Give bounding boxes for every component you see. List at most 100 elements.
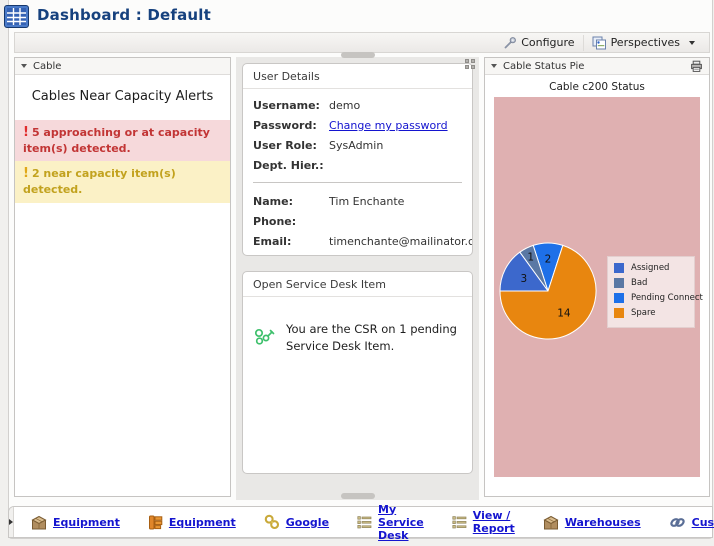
page-title: Dashboard : Default (37, 6, 211, 24)
field-label: Dept. Hier.: (253, 159, 329, 172)
legend-item: Spare (614, 308, 688, 318)
legend-swatch (614, 278, 624, 288)
expand-right-icon (9, 519, 13, 525)
drag-handle-top[interactable] (341, 52, 375, 58)
footer-link-equipment[interactable]: Equipment (147, 514, 236, 531)
pie-panel-title: Cable Status Pie (503, 61, 584, 72)
footer-links-bar: EquipmentEquipmentGoogleMy Service DeskV… (8, 506, 713, 538)
configure-label: Configure (521, 36, 574, 49)
pie-legend: Assigned Bad Pending Connect Spare (607, 256, 695, 328)
chevron-down-icon[interactable] (689, 41, 695, 45)
legend-label: Assigned (631, 263, 669, 273)
configure-button[interactable]: Configure (495, 35, 582, 51)
legend-swatch (614, 308, 624, 318)
field-value: SysAdmin (329, 139, 383, 152)
main-window: Dashboard : Default Configure Perspectiv… (8, 0, 713, 539)
footer-link-equipment[interactable]: Equipment (30, 514, 120, 531)
user-details-card: User Details Username:demoPassword:Chang… (242, 63, 473, 256)
section-divider (253, 182, 462, 183)
pie-chart-area: 21 3 14 Assigned Bad Pending Connect Spare (494, 97, 700, 477)
service-desk-header[interactable]: Open Service Desk Item (243, 272, 472, 297)
field-label: Address: (253, 255, 329, 256)
footer-link-label: CustomerCenter (692, 516, 714, 529)
pie-value-label: 3 (521, 273, 528, 285)
user-detail-row: Name:Tim Enchante (253, 195, 462, 208)
field-value: timenchante@mailinator.com (329, 235, 473, 248)
list-icon (451, 514, 468, 531)
drag-handle-bottom[interactable] (341, 493, 375, 499)
footer-link-label: Equipment (53, 516, 120, 529)
user-detail-row: Dept. Hier.: (253, 159, 462, 172)
footer-link-label: My Service Desk (378, 503, 424, 542)
user-detail-row: Phone: (253, 215, 462, 228)
service-desk-body: You are the CSR on 1 pending Service Des… (243, 297, 472, 354)
resize-grip-icon[interactable] (465, 59, 476, 69)
field-label: Phone: (253, 215, 329, 228)
legend-label: Bad (631, 278, 647, 288)
cable-panel-title: Cable (33, 61, 61, 72)
printer-icon[interactable] (690, 60, 703, 73)
alert-critical-icon: ! (23, 125, 29, 140)
legend-label: Spare (631, 308, 656, 318)
alert-text: 2 near capacity item(s) detected. (23, 167, 176, 196)
cable-panel-header[interactable]: Cable (15, 58, 230, 75)
footer-link-view-report[interactable]: View / Report (451, 509, 515, 535)
change-password-link[interactable]: Change my password (329, 119, 448, 132)
alert-warning-icon: ! (23, 166, 29, 181)
legend-item: Pending Connect (614, 293, 688, 303)
folder-tree-icon (147, 514, 164, 531)
footer-link-label: Google (286, 516, 329, 529)
gold-tools-icon (263, 513, 281, 531)
field-value: Tim Enchante (329, 195, 404, 208)
pie-value-label: 1 (527, 252, 534, 264)
list-icon (356, 514, 373, 531)
perspectives-icon (592, 36, 607, 50)
middle-column: User Details Username:demoPassword:Chang… (236, 57, 479, 500)
footer-link-label: Equipment (169, 516, 236, 529)
perspectives-label: Perspectives (611, 36, 680, 49)
footer-link-customercenter[interactable]: CustomerCenter (668, 514, 714, 531)
service-desk-message: You are the CSR on 1 pending Service Des… (286, 319, 460, 354)
service-desk-card: Open Service Desk Item You are the CSR o… (242, 271, 473, 474)
cable-panel-body: Cables Near Capacity Alerts !5 approachi… (15, 89, 230, 203)
user-detail-row: Address: (253, 255, 462, 256)
footer-link-my-service-desk[interactable]: My Service Desk (356, 503, 424, 542)
footer-link-label: View / Report (473, 509, 515, 535)
legend-swatch (614, 293, 624, 303)
field-label: Email: (253, 235, 329, 248)
capacity-alert-critical: !5 approaching or at capacity item(s) de… (15, 120, 230, 161)
legend-label: Pending Connect (631, 293, 703, 303)
cable-status-pie-panel: Cable Status Pie Cable c200 Status 21 3 14… (484, 57, 710, 497)
footer-link-google[interactable]: Google (263, 513, 329, 531)
field-label: User Role: (253, 139, 329, 152)
user-details-header[interactable]: User Details (243, 64, 472, 89)
user-detail-row: Email:timenchante@mailinator.com (253, 235, 462, 248)
dashboard-grid-icon (4, 5, 29, 28)
alert-text: 5 approaching or at capacity item(s) det… (23, 126, 210, 155)
pie-value-label: 14 (557, 307, 571, 319)
field-label: Name: (253, 195, 329, 208)
chain-icon (668, 514, 687, 531)
legend-item: Assigned (614, 263, 688, 273)
alerts-title: Cables Near Capacity Alerts (19, 89, 226, 104)
collapse-icon[interactable] (491, 64, 497, 68)
pie-panel-header[interactable]: Cable Status Pie (485, 58, 709, 75)
cable-panel: Cable Cables Near Capacity Alerts !5 app… (14, 57, 231, 497)
alerts-list: !5 approaching or at capacity item(s) de… (15, 120, 230, 203)
user-detail-row: Password:Change my password (253, 119, 462, 132)
box-icon (542, 514, 560, 531)
pie-value-label: 2 (545, 254, 552, 266)
field-label: Username: (253, 99, 329, 112)
field-label: Password: (253, 119, 329, 132)
legend-item: Bad (614, 278, 688, 288)
dashboard-content: Cable Cables Near Capacity Alerts !5 app… (14, 57, 710, 500)
perspectives-button[interactable]: Perspectives (583, 35, 703, 51)
top-toolbar: Configure Perspectives (14, 32, 710, 53)
capacity-alert-warning: !2 near capacity item(s) detected. (15, 161, 230, 202)
green-tools-icon (251, 319, 277, 354)
wrench-icon (503, 36, 517, 50)
footer-link-label: Warehouses (565, 516, 641, 529)
footer-link-warehouses[interactable]: Warehouses (542, 514, 641, 531)
chart-title: Cable c200 Status (485, 81, 709, 93)
collapse-icon[interactable] (21, 64, 27, 68)
